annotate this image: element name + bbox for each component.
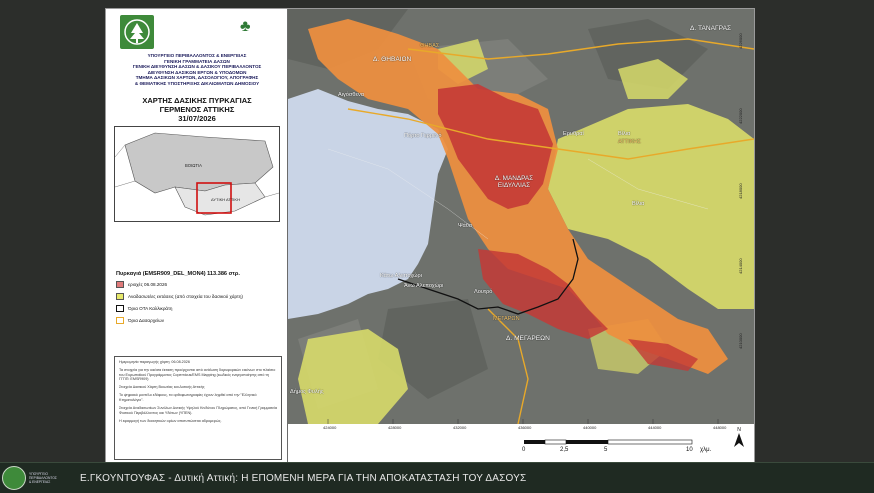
fire-map[interactable]: Δ. ΘΗΒΑΙΩΝ Δ. ΤΑΝΑΓΡΑΣ ΘΗΒΑΣ Δ. ΜΑΝΔΡΑΣ … (288, 9, 754, 424)
note-line: Η εφαρμογή των διοικητικών ορίων αποτυπώ… (119, 418, 222, 423)
legend-item-reforestation: Αναδασωτέες εκτάσεις (από στοιχεία του δ… (116, 292, 243, 301)
locator-inset-map: ΒΟΙΩΤΙΑ ΔΥΤΙΚΗ ΑΤΤΙΚΗ (114, 126, 280, 222)
note-line: Στοιχεία Δασικού Χάρτη Βοιωτίας και Δυτι… (119, 385, 205, 390)
note-line: Ημερομηνία παραγωγής χάρτη: 06.08.2026 (119, 360, 190, 364)
map-title-date: 31/07/2026 (178, 114, 216, 123)
inset-label-west-attica: ΔΥΤΙΚΗ ΑΤΤΙΚΗ (211, 197, 240, 202)
scale-tick: 2,5 (560, 447, 569, 453)
label-forestry-thivas: ΘΗΒΑΣ (420, 43, 440, 49)
forestry-tree-icon: ♣ (240, 18, 251, 35)
ministry-line: ΓΕΝΙΚΗ ΔΙΕΥΘΥΝΣΗ ΔΑΣΩΝ & ΔΑΣΙΚΟΥ ΠΕΡΙΒΑΛ… (132, 64, 262, 70)
label-vilia: Βίλια (618, 131, 631, 137)
label-erythrai: Ερυθραί (563, 131, 584, 137)
legend-swatch (116, 317, 124, 324)
grid-x-label: 432000 (453, 425, 467, 430)
grid-x-label: 440000 (583, 425, 597, 430)
label-dimos-mandras: Δ. ΜΑΝΔΡΑΣ ΕΙΔΥΛΛΙΑΣ (494, 175, 534, 189)
legend-label: εριοχές 06.08.2026 (128, 282, 168, 287)
legend-swatch (116, 293, 124, 300)
legend-swatch (116, 281, 124, 288)
label-vilia-2: Βίλια (632, 201, 645, 207)
label-aigosthena: Αιγόσθενα (338, 92, 364, 98)
label-dimos-thivaion: Δ. ΘΗΒΑΙΩΝ (373, 56, 412, 63)
map-sheet: ♣ ΥΠΟΥΡΓΕΙΟ ΠΕΡΙΒΑΛΛΟΝΤΟΣ & ΕΝΕΡΓΕΙΑΣ ΓΕ… (105, 8, 755, 463)
legend-label: Όρια ΟΤΑ Καλλικράτη (128, 306, 173, 311)
inset-label-boeotia: ΒΟΙΩΤΙΑ (185, 163, 202, 168)
caption-bar: ΥΠΟΥΡΓΕΙΟ ΠΕΡΙΒΑΛΛΟΝΤΟΣ & ΕΝΕΡΓΕΙΑΣ Ε.ΓΚ… (0, 462, 874, 493)
scale-tick: 0 (522, 447, 526, 453)
grid-x-label: 448000 (713, 425, 727, 430)
north-arrow: N (730, 427, 748, 452)
legend-swatch (116, 305, 124, 312)
footer-logo: ΥΠΟΥΡΓΕΙΟ ΠΕΡΙΒΑΛΛΟΝΤΟΣ & ΕΝΕΡΓΕΙΑΣ (2, 465, 66, 491)
legend-item-forestry-borders: Όρια Δασαρχείων (116, 316, 164, 325)
grid-y-label: 4210000 (738, 333, 743, 349)
legend-heading: Πυρκαγιά (EMSR909_DEL_MON4) 113.386 στρ. (116, 271, 240, 277)
legend-label: Αναδασωτέες εκτάσεις (από στοιχεία του δ… (128, 294, 243, 299)
map-canvas (288, 9, 754, 424)
label-kato-alepochori: Κάτω Αλεποχώρι (380, 273, 422, 279)
label-forestry-attikis: ΑΤΤΙΚΗΣ (618, 139, 641, 145)
tree-logo-icon (124, 19, 150, 45)
ministry-header: ΥΠΟΥΡΓΕΙΟ ΠΕΡΙΒΑΛΛΟΝΤΟΣ & ΕΝΕΡΓΕΙΑΣ ΓΕΝΙ… (108, 53, 286, 87)
footer-logo-text: ΥΠΟΥΡΓΕΙΟ ΠΕΡΙΒΑΛΛΟΝΤΟΣ & ΕΝΕΡΓΕΙΑΣ (29, 472, 57, 484)
legend-item-ota-borders: Όρια ΟΤΑ Καλλικράτη (116, 304, 172, 313)
grid-x-label: 428000 (388, 425, 402, 430)
label-forestry-megaron: ΜΕΓΑΡΩΝ (493, 316, 520, 322)
label-ano-alepochori: Άνω Αλεποχώρι (404, 283, 444, 289)
note-line: Στοιχεία Αναδασωτέων Συνόλων Δυτικής Υψη… (119, 406, 277, 415)
map-title-line: ΧΑΡΤΗΣ ΔΑΣΙΚΗΣ ΠΥΡΚΑΓΙΑΣ (142, 96, 252, 105)
scale-bar: 0 2,5 5 10 χλμ. (516, 439, 736, 461)
grid-x-label: 424000 (323, 425, 337, 430)
note-line: Το ψηφιακό μοντέλο εδάφους, τα ορθοφωτογ… (119, 393, 257, 403)
grid-y-label: 4226000 (738, 33, 743, 49)
grid-x-label: 436000 (518, 425, 532, 430)
scale-tick: 5 (604, 447, 608, 453)
map-title-line: ΓΕΡΜΕΝΟΣ ΑΤΤΙΚΗΣ (159, 105, 235, 114)
grid-y-label: 4218000 (738, 183, 743, 199)
label-dimos-fylis: Δήμος Φυλής (290, 389, 324, 395)
scale-tick: 10 (686, 447, 693, 453)
grid-y-label: 4222000 (738, 108, 743, 124)
grid-x-label: 444000 (648, 425, 662, 430)
label-dimos-tanagras: Δ. ΤΑΝΑΓΡΑΣ (690, 25, 732, 32)
label-porto-germeno: Πόρτο Γερμενό (404, 133, 442, 139)
scale-unit: χλμ. (700, 447, 712, 453)
map-info-panel: ♣ ΥΠΟΥΡΓΕΙΟ ΠΕΡΙΒΑΛΛΟΝΤΟΣ & ΕΝΕΡΓΕΙΑΣ ΓΕ… (106, 9, 288, 462)
grid-y-label: 4214000 (738, 258, 743, 274)
label-psatha: Ψάθα (458, 223, 473, 229)
note-line: Τα στοιχεία για την καέισα έκταση προέρχ… (119, 368, 276, 382)
ministry-logo (120, 15, 154, 49)
ministry-emblem-icon (2, 466, 26, 490)
photo-caption: Ε.ΓΚΟΥΝΤΟΥΦΑΣ - Δυτική Αττική: Η ΕΠΟΜΕΝΗ… (80, 473, 527, 484)
map-title: ΧΑΡΤΗΣ ΔΑΣΙΚΗΣ ΠΥΡΚΑΓΙΑΣ ΓΕΡΜΕΝΟΣ ΑΤΤΙΚΗ… (108, 96, 286, 123)
label-dimos-megareon: Δ. ΜΕΓΑΡΕΩΝ (506, 335, 550, 342)
map-notes: Ημερομηνία παραγωγής χάρτη: 06.08.2026 Τ… (114, 356, 282, 460)
legend-label: Όρια Δασαρχείων (128, 318, 165, 323)
label-loutro: Λουτρό (474, 289, 493, 295)
legend-item-burnt-area: εριοχές 06.08.2026 (116, 280, 167, 289)
ministry-line: & ΘΕΜΑΤΙΚΗΣ ΥΠΟΣΤΗΡΙΞΗΣ ΔΙΚΑΙΩΜΑΤΩΝ ΔΗΜΟ… (134, 80, 260, 86)
footer-logo-line: & ΕΝΕΡΓΕΙΑΣ (29, 480, 51, 484)
north-arrow-icon (734, 433, 744, 447)
